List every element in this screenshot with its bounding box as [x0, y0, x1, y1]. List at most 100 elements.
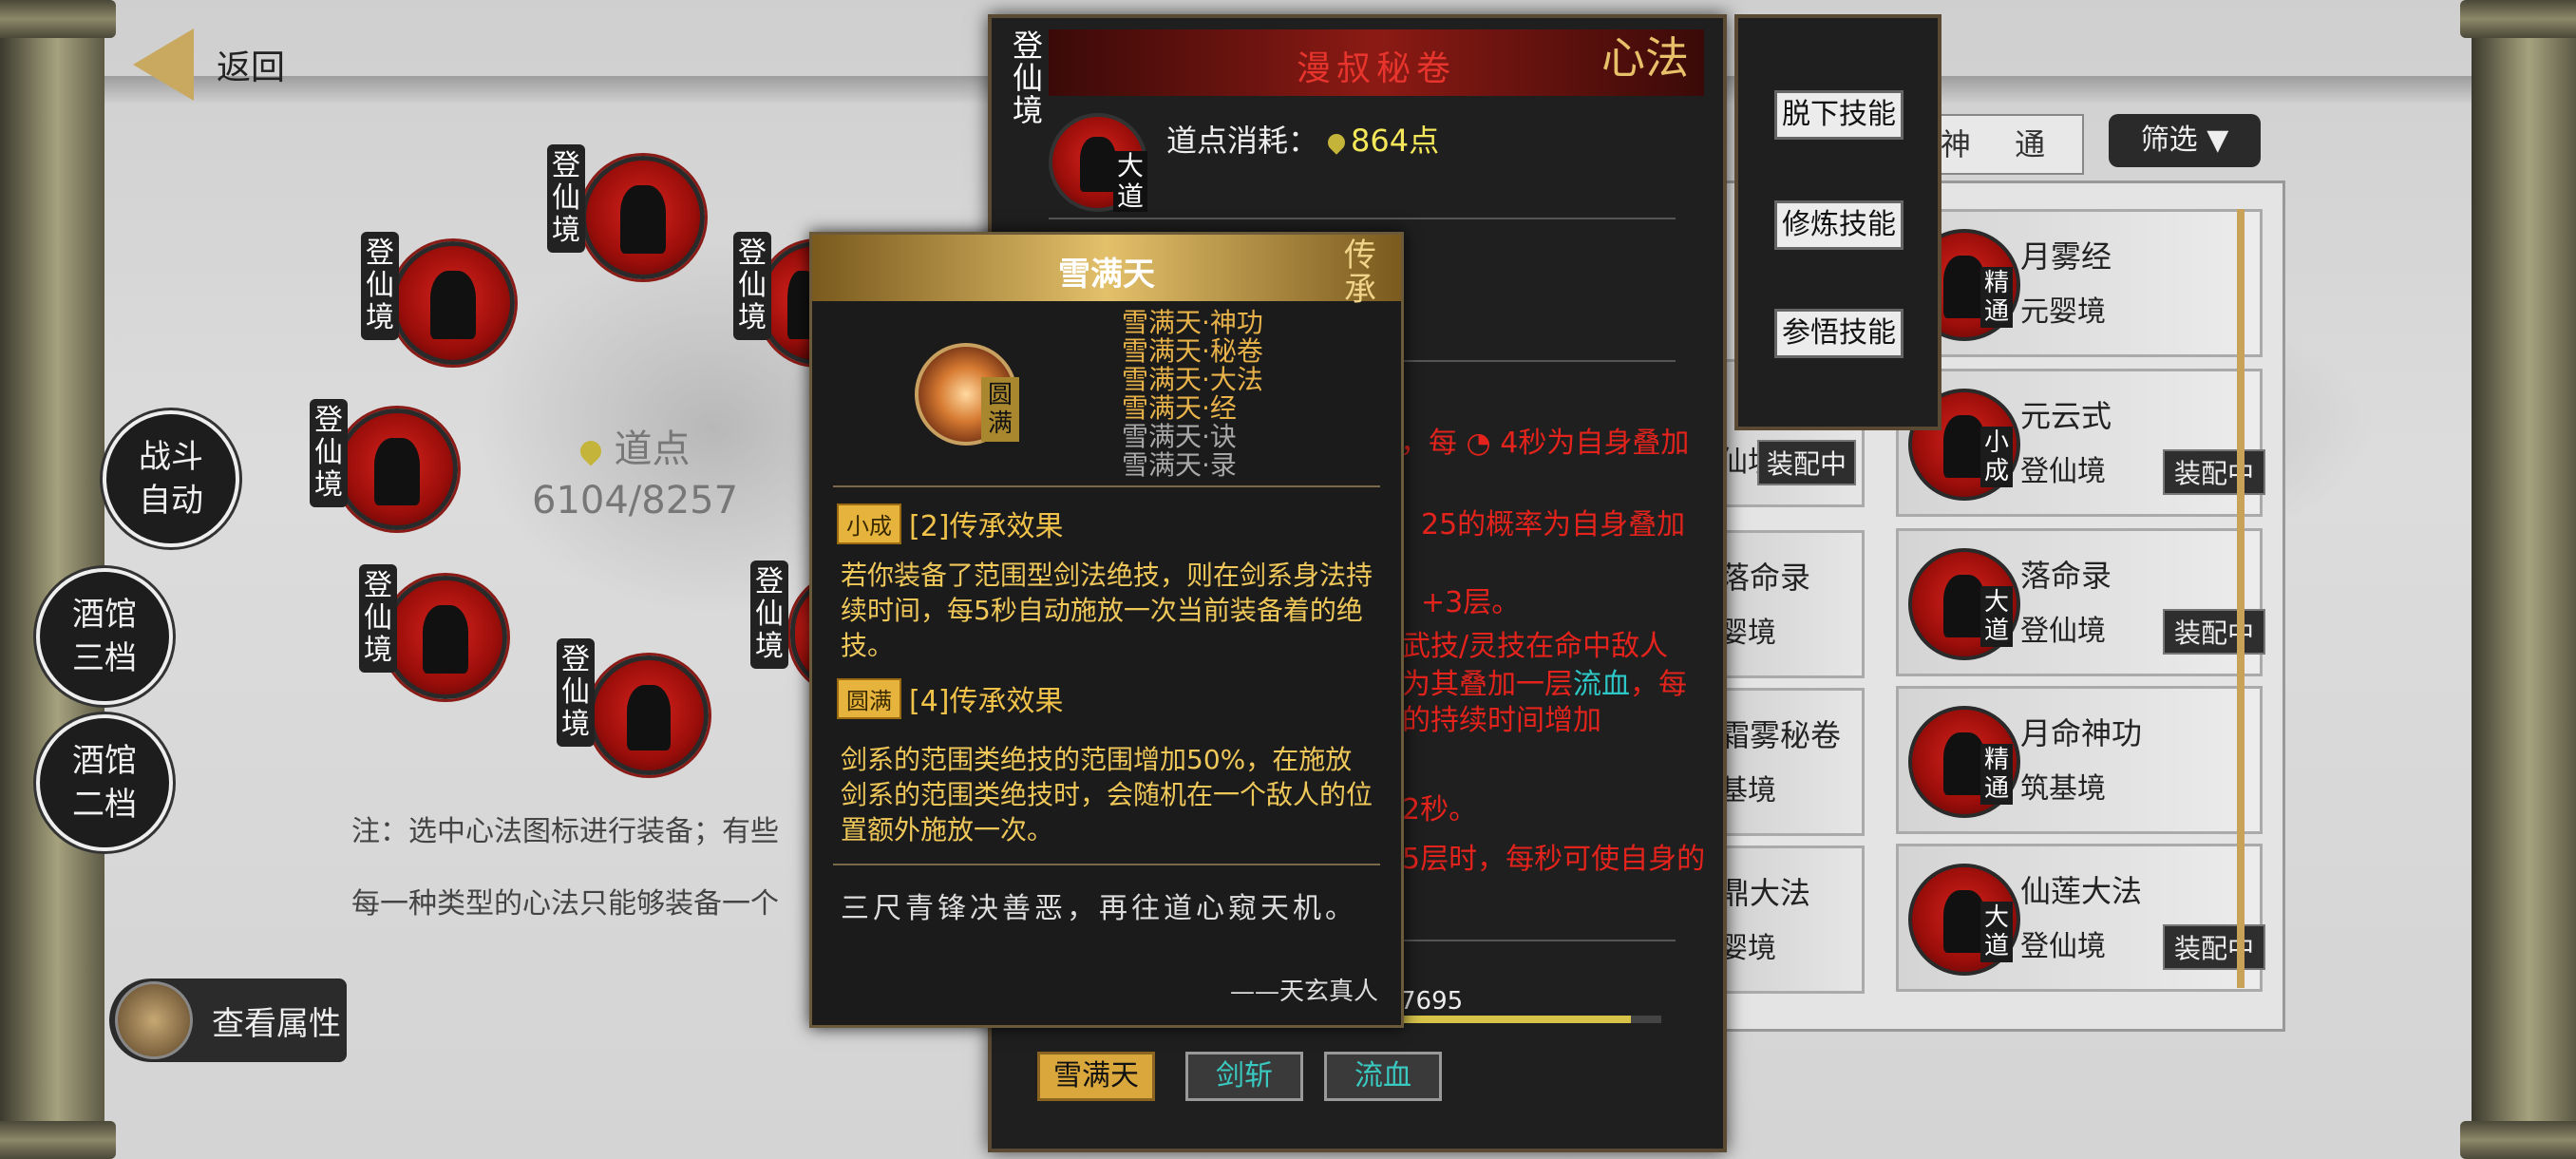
tab-jianzhan[interactable]: 剑斩 — [1185, 1052, 1303, 1101]
detail-line: 25的概率为自身叠加 — [1421, 508, 1686, 542]
grade-tag: 大道 — [1980, 902, 2013, 962]
list-item-name: 元云式 — [2020, 398, 2112, 434]
dao-cost: 道点消耗： 864点 — [1166, 117, 1439, 161]
tab-xuemantian[interactable]: 雪满天 — [1037, 1052, 1155, 1101]
progress-value: 7695 — [1400, 987, 1464, 1016]
detail-line: 2秒。 — [1402, 793, 1478, 826]
detail-realm-tag: 登仙境 — [1012, 28, 1043, 128]
realm-tag: 登仙境 — [547, 144, 585, 253]
grade-tag: 精通 — [1980, 267, 2013, 328]
effect1-text: 若你装备了范围型剑法绝技，则在剑系身法持续时间，每5秒自动施放一次当前装备着的绝… — [841, 560, 1373, 661]
list-item-realm: 筑基境 — [2020, 772, 2106, 806]
list-item-realm: 基境 — [1719, 774, 1776, 808]
set-item: 雪满天·神功 — [1122, 307, 1263, 338]
tavern-tier2-label: 酒馆 二档 — [72, 742, 137, 824]
auto-battle-button[interactable]: 战斗 自动 — [103, 410, 239, 547]
skill-slot-node[interactable] — [589, 656, 709, 775]
effect2-text: 剑系的范围类绝技的范围增加50%，在施放剑系的范围类绝技时，会随机在一个敌人的位… — [841, 744, 1373, 846]
tavern-tier2-button[interactable]: 酒馆 二档 — [36, 714, 173, 851]
effect2-heading: 圆满 [4]传承效果 — [837, 677, 1064, 719]
realm-tag: 登仙境 — [310, 399, 348, 507]
back-button[interactable]: 返回 — [133, 28, 285, 101]
dao-cost-label: 道点消耗： — [1166, 123, 1319, 159]
tab-shentong[interactable]: 神 通 — [1919, 114, 2084, 175]
dao-points-display: 道点 6104/8257 — [532, 418, 738, 522]
back-arrow-icon — [133, 28, 194, 101]
list-item[interactable]: 精通 月命神功 筑基境 — [1896, 686, 2263, 834]
list-item[interactable]: 大道 仙莲大法 登仙境 装配中 — [1896, 844, 2265, 992]
divider — [833, 864, 1380, 865]
tooltip-title: 雪满天 — [1058, 256, 1155, 294]
dao-cost-value: 864点 — [1351, 123, 1440, 159]
dao-point-icon — [575, 436, 606, 466]
grade-tag: 小成 — [1980, 427, 2013, 487]
set-item: 雪满天·诀 — [1122, 421, 1237, 452]
detail-header: 漫叔秘卷 心法 — [1049, 29, 1704, 96]
equipped-badge: 装配中 — [2162, 609, 2265, 655]
realm-tag: 登仙境 — [359, 564, 397, 673]
inheritance-tag: 传承 — [1344, 237, 1376, 309]
detail-grade-tag: 大道 — [1113, 151, 1147, 212]
xinfa-badge: 心法 — [1601, 32, 1689, 84]
equip-note-line2: 每一种类型的心法只能够装备一个 — [351, 887, 779, 921]
filter-dropdown[interactable]: 筛选 ▼ — [2109, 114, 2261, 167]
unequip-skill-button[interactable]: 脱下技能 — [1774, 90, 1904, 140]
grade-tag: 精通 — [1980, 744, 2013, 805]
inheritance-tooltip: 雪满天 传承 圆满 雪满天·神功 雪满天·秘卷 雪满天·大法 雪满天·经 雪满天… — [809, 232, 1404, 1028]
set-item: 雪满天·秘卷 — [1122, 335, 1263, 367]
skill-slot-node[interactable] — [391, 241, 515, 365]
list-item-realm: 登仙境 — [2020, 930, 2106, 963]
dao-point-icon — [1324, 130, 1349, 155]
list-item[interactable]: 精通 月雾经 元婴境 — [1896, 209, 2263, 357]
skill-slot-node[interactable] — [581, 156, 705, 279]
set-item: 雪满天·经 — [1122, 392, 1237, 424]
set-item: 雪满天·大法 — [1122, 364, 1263, 395]
view-attributes-button[interactable]: 查看属性 — [109, 978, 347, 1062]
game-scene: 返回 战斗 自动 酒馆 三档 酒馆 二档 登仙境 登仙境 登仙境 登仙境 登仙境… — [0, 0, 2576, 1159]
realm-tag: 登仙境 — [361, 232, 399, 340]
detail-line: +3层。 — [1421, 586, 1521, 619]
list-item-realm: 登仙境 — [2020, 455, 2106, 488]
skill-slot-node[interactable] — [336, 408, 458, 530]
list-item-realm: 婴境 — [1719, 932, 1776, 965]
list-item-realm: 婴境 — [1719, 617, 1776, 650]
detail-line-tail: ，每 — [1630, 668, 1687, 701]
tavern-tier3-button[interactable]: 酒馆 三档 — [36, 568, 173, 705]
comprehend-skill-button[interactable]: 参悟技能 — [1774, 309, 1904, 358]
list-item-name: 鼎大法 — [1719, 875, 1811, 911]
skill-action-menu: 脱下技能 修炼技能 参悟技能 — [1734, 14, 1941, 430]
detail-line: 武技/灵技在命中敌人 — [1402, 630, 1669, 663]
back-label: 返回 — [217, 48, 286, 87]
list-item-name: 落命录 — [1719, 560, 1811, 596]
right-pillar — [2460, 0, 2576, 1159]
train-skill-button[interactable]: 修炼技能 — [1774, 200, 1904, 250]
realm-tag: 登仙境 — [750, 560, 788, 669]
list-item-name: 霜雾秘卷 — [1719, 717, 1842, 753]
grade-tag: 大道 — [1980, 586, 2013, 647]
flavor-quote: 三尺青锋决善恶，再往道心窥天机。 — [841, 892, 1357, 925]
set-item: 雪满天·录 — [1122, 449, 1237, 481]
list-scrollbar[interactable] — [2237, 209, 2245, 988]
equipped-badge: 装配中 — [1756, 440, 1856, 485]
effect1-badge: 小成 — [837, 503, 901, 544]
effect2-badge: 圆满 — [837, 677, 901, 719]
equip-note-line1: 注：选中心法图标进行装备；有些 — [351, 815, 779, 848]
dao-points-value: 6104/8257 — [532, 479, 739, 522]
tab-liuxue[interactable]: 流血 — [1324, 1052, 1442, 1101]
auto-battle-label: 战斗 自动 — [139, 438, 203, 520]
detail-line: 5层时，每秒可使自身的 — [1402, 843, 1706, 876]
list-item[interactable]: 小成 元云式 登仙境 装配中 — [1896, 369, 2265, 517]
divider — [1049, 218, 1676, 219]
list-item-name: 仙莲大法 — [2020, 873, 2143, 909]
equipped-badge: 装配中 — [2162, 924, 2265, 970]
list-item-name: 落命录 — [2020, 558, 2112, 594]
detail-line: ，每 ◔ 4秒为自身叠加 — [1400, 427, 1690, 460]
list-item-name: 月雾经 — [2020, 238, 2112, 275]
quote-signature: ——天玄真人 — [1229, 978, 1378, 1006]
orb-grade-tag: 圆满 — [981, 377, 1019, 442]
list-item[interactable]: 大道 落命录 登仙境 装配中 — [1896, 528, 2265, 676]
effect1-title: [2]传承效果 — [909, 510, 1064, 543]
tavern-tier3-label: 酒馆 三档 — [72, 596, 137, 677]
realm-tag: 登仙境 — [557, 638, 595, 747]
skill-slot-node[interactable] — [384, 576, 507, 699]
